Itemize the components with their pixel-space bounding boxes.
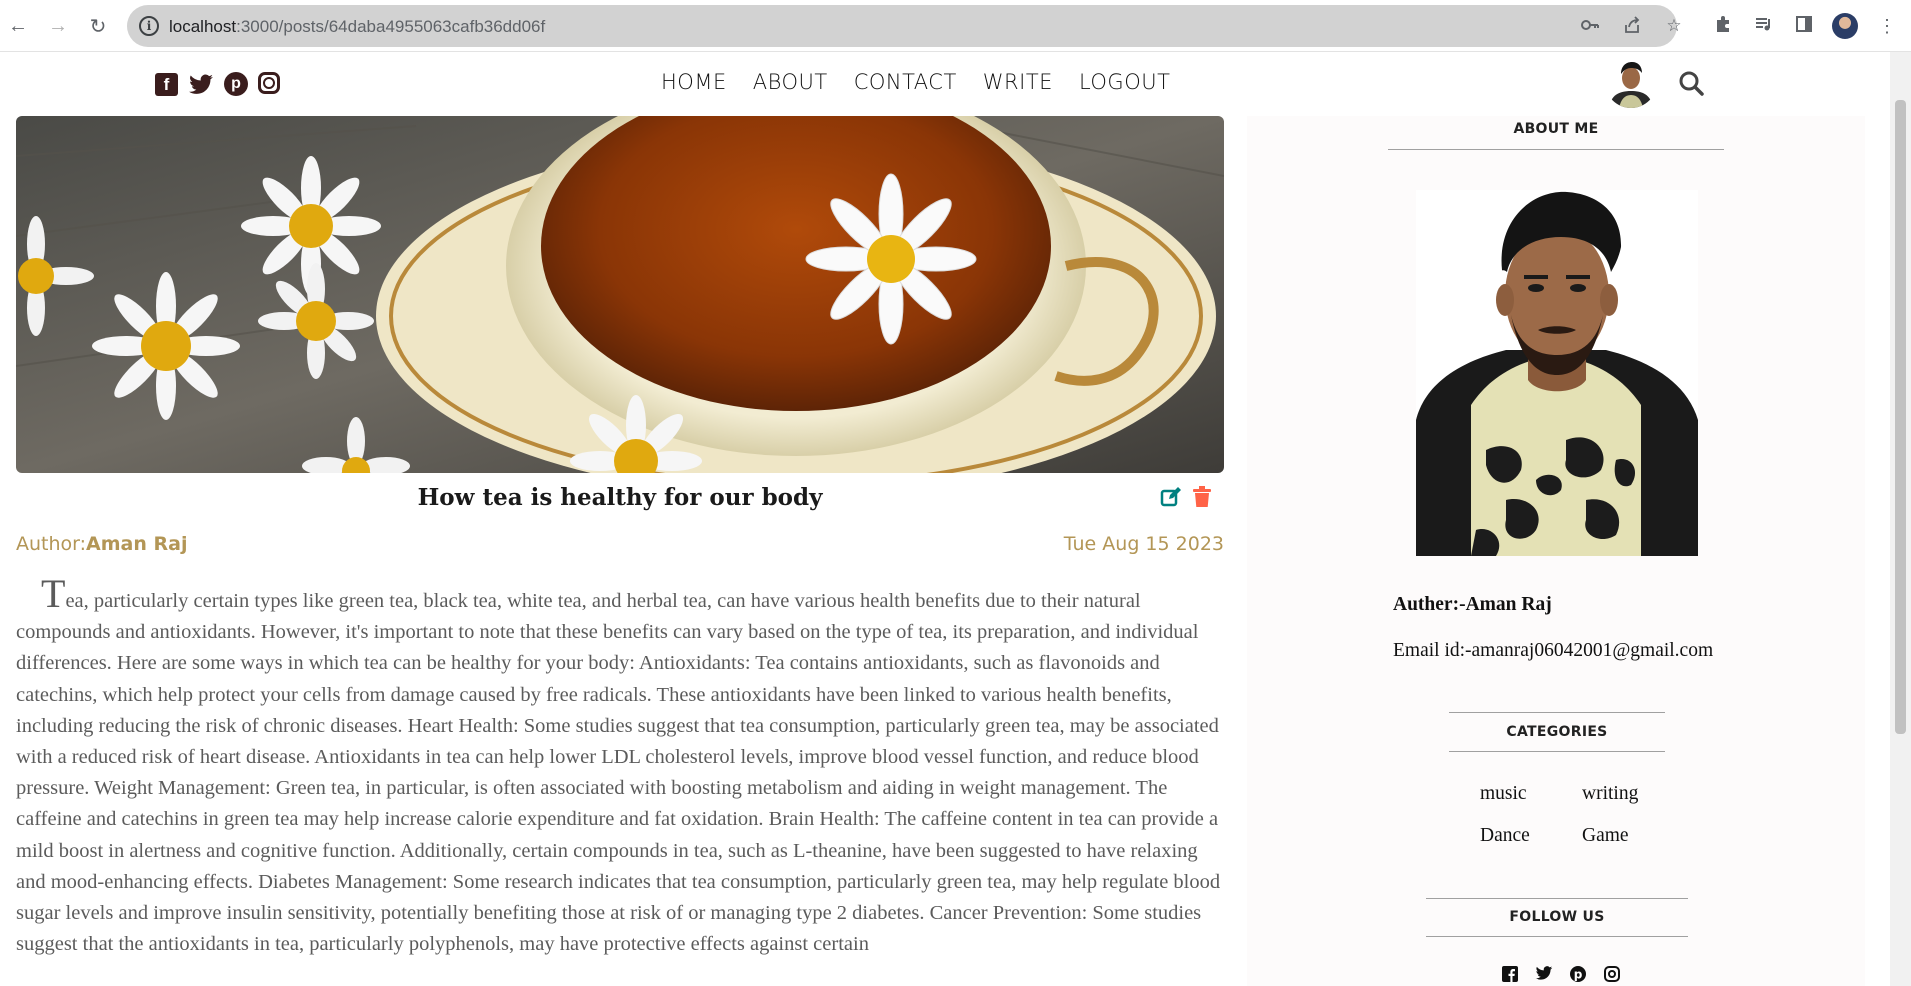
- facebook-icon[interactable]: [1500, 966, 1520, 986]
- social-links: f p: [155, 72, 280, 98]
- profile-avatar-icon[interactable]: [1832, 13, 1858, 39]
- kebab-icon[interactable]: ⋮: [1875, 14, 1899, 38]
- follow-icons: p: [1500, 966, 1622, 986]
- search-icon[interactable]: [1678, 70, 1704, 96]
- post-author: Author:Aman Raj: [16, 533, 187, 555]
- about-divider: [1388, 149, 1724, 150]
- reload-icon[interactable]: ↻: [82, 10, 114, 42]
- nav-about[interactable]: ABOUT: [753, 70, 828, 94]
- post-title: How tea is healthy for our body: [417, 484, 823, 511]
- author-name[interactable]: Aman Raj: [86, 533, 187, 555]
- nav-home[interactable]: HOME: [661, 70, 727, 94]
- follow-divider-top: [1426, 898, 1688, 899]
- follow-divider-bottom: [1426, 936, 1688, 937]
- twitter-icon[interactable]: [1534, 966, 1554, 986]
- address-bar[interactable]: i localhost:3000/posts/64daba4955063cafb…: [127, 5, 1682, 47]
- star-icon[interactable]: ☆: [1663, 15, 1685, 37]
- nav-write[interactable]: WRITE: [983, 70, 1053, 94]
- categories-title: CATEGORIES: [1506, 724, 1608, 740]
- facebook-icon[interactable]: f: [155, 73, 178, 96]
- browser-toolbar: ← → ↻ i localhost:3000/posts/64daba49550…: [0, 0, 1911, 52]
- author-photo: [1416, 190, 1698, 556]
- sidebar-email: Email id:-amanraj06042001@gmail.com: [1393, 640, 1714, 661]
- url-text: localhost:3000/posts/64daba4955063cafb36…: [169, 17, 546, 36]
- sidepanel-icon[interactable]: [1792, 14, 1816, 38]
- category-dance[interactable]: Dance: [1480, 825, 1530, 847]
- pinterest-icon[interactable]: p: [224, 72, 248, 96]
- main-nav: HOME ABOUT CONTACT WRITE LOGOUT: [661, 70, 1170, 94]
- post-meta: Author:Aman Raj Tue Aug 15 2023: [16, 533, 1224, 555]
- categories-divider-top: [1449, 712, 1665, 713]
- nav-contact[interactable]: CONTACT: [854, 70, 957, 94]
- sidebar-author: Auther:-Aman Raj: [1393, 594, 1552, 615]
- author-prefix: Author:: [16, 533, 87, 555]
- back-icon[interactable]: ←: [2, 10, 34, 42]
- svg-text:p: p: [1574, 968, 1583, 982]
- pinterest-icon[interactable]: p: [1568, 966, 1588, 986]
- twitter-icon[interactable]: [188, 72, 214, 98]
- scrollbar-thumb[interactable]: [1895, 100, 1906, 734]
- trash-icon[interactable]: [1192, 486, 1214, 508]
- post-date: Tue Aug 15 2023: [1063, 533, 1224, 555]
- key-icon[interactable]: [1579, 15, 1601, 37]
- about-title: ABOUT ME: [1513, 121, 1599, 137]
- category-music[interactable]: music: [1480, 783, 1527, 805]
- user-avatar[interactable]: [1605, 56, 1657, 108]
- site-topbar: f p HOME ABOUT CONTACT WRITE LOGOUT: [0, 52, 1890, 114]
- media-icon[interactable]: [1752, 14, 1776, 38]
- category-writing[interactable]: writing: [1582, 783, 1638, 805]
- instagram-icon[interactable]: [258, 72, 280, 94]
- puzzle-icon[interactable]: [1712, 14, 1736, 38]
- categories-divider-bottom: [1449, 751, 1665, 752]
- nav-logout[interactable]: LOGOUT: [1079, 70, 1170, 94]
- instagram-icon[interactable]: [1602, 966, 1622, 986]
- category-game[interactable]: Game: [1582, 825, 1629, 847]
- info-icon[interactable]: i: [139, 16, 159, 36]
- post-cover-image: [16, 116, 1224, 473]
- edit-icon[interactable]: [1160, 486, 1182, 508]
- forward-icon[interactable]: →: [42, 10, 74, 42]
- follow-title: FOLLOW US: [1509, 909, 1605, 925]
- post-actions: [1160, 486, 1214, 508]
- share-icon[interactable]: [1621, 15, 1643, 37]
- post-body: Tea, particularly certain types like gre…: [16, 578, 1221, 956]
